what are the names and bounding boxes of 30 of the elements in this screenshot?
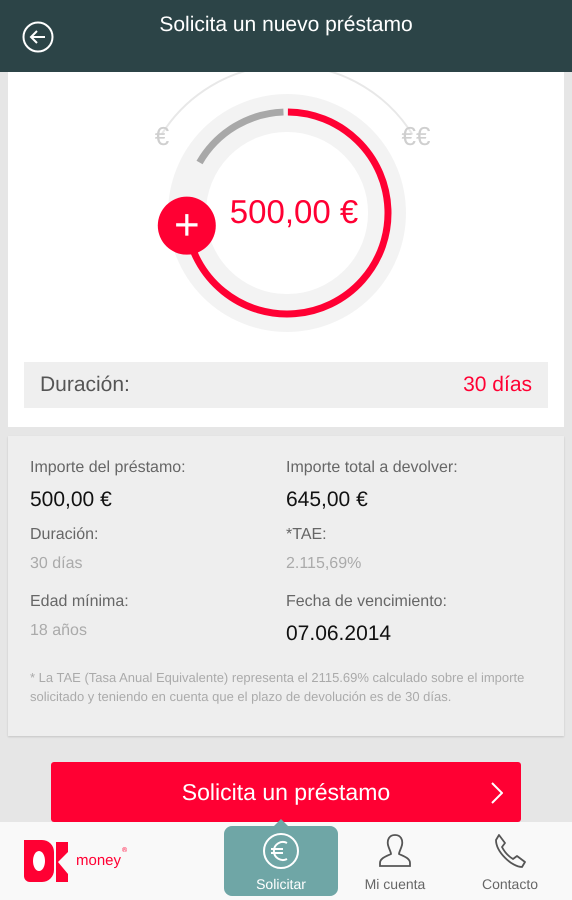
detail-value: 500,00 € (30, 487, 113, 513)
footnote-text: * La TAE (Tasa Anual Equivalente) representa el 2115.69% calculado sobre el importe solicitado y teniendo en cuenta que el plazo de devolución es de 30 días. (30, 669, 526, 706)
back-icon[interactable] (22, 21, 54, 53)
duration-row[interactable]: Duración: 30 días (24, 362, 548, 408)
min-label: € (154, 121, 170, 151)
detail-label: Importe total a devolver: (286, 458, 459, 478)
loan-amount: 500,00 € (230, 193, 358, 230)
nav-tab[interactable]: Solicitar (224, 826, 338, 896)
request-loan-button[interactable]: Solicita un préstamo (51, 762, 521, 822)
duration-value: 30 días (463, 372, 532, 398)
detail-value: 645,00 € (286, 487, 369, 513)
detail-label: Fecha de vencimiento: (286, 592, 448, 612)
duration-label: Duración: (40, 372, 130, 398)
slider-handle[interactable]: + (158, 196, 216, 255)
screen-title: Solicita un nuevo préstamo (158, 12, 414, 38)
detail-label: *TAE: (286, 525, 328, 545)
logo-text: money (76, 852, 122, 871)
detail-value: 18 años (30, 621, 88, 641)
detail-value: 2.115,69% (286, 554, 362, 574)
max-label: €€ (402, 121, 430, 151)
nav-tab[interactable]: Mi cuenta (338, 826, 452, 896)
nav-tab[interactable]: Contacto (453, 826, 567, 896)
detail-value: 30 días (30, 554, 84, 574)
detail-label: Edad mínima: (30, 592, 130, 612)
detail-label: Importe del préstamo: (30, 458, 187, 478)
euro-icon (262, 832, 300, 870)
chevron-right-icon (491, 782, 503, 804)
detail-value: 07.06.2014 (286, 621, 392, 647)
person-icon (376, 832, 414, 870)
detail-label: Duración: (30, 525, 100, 545)
